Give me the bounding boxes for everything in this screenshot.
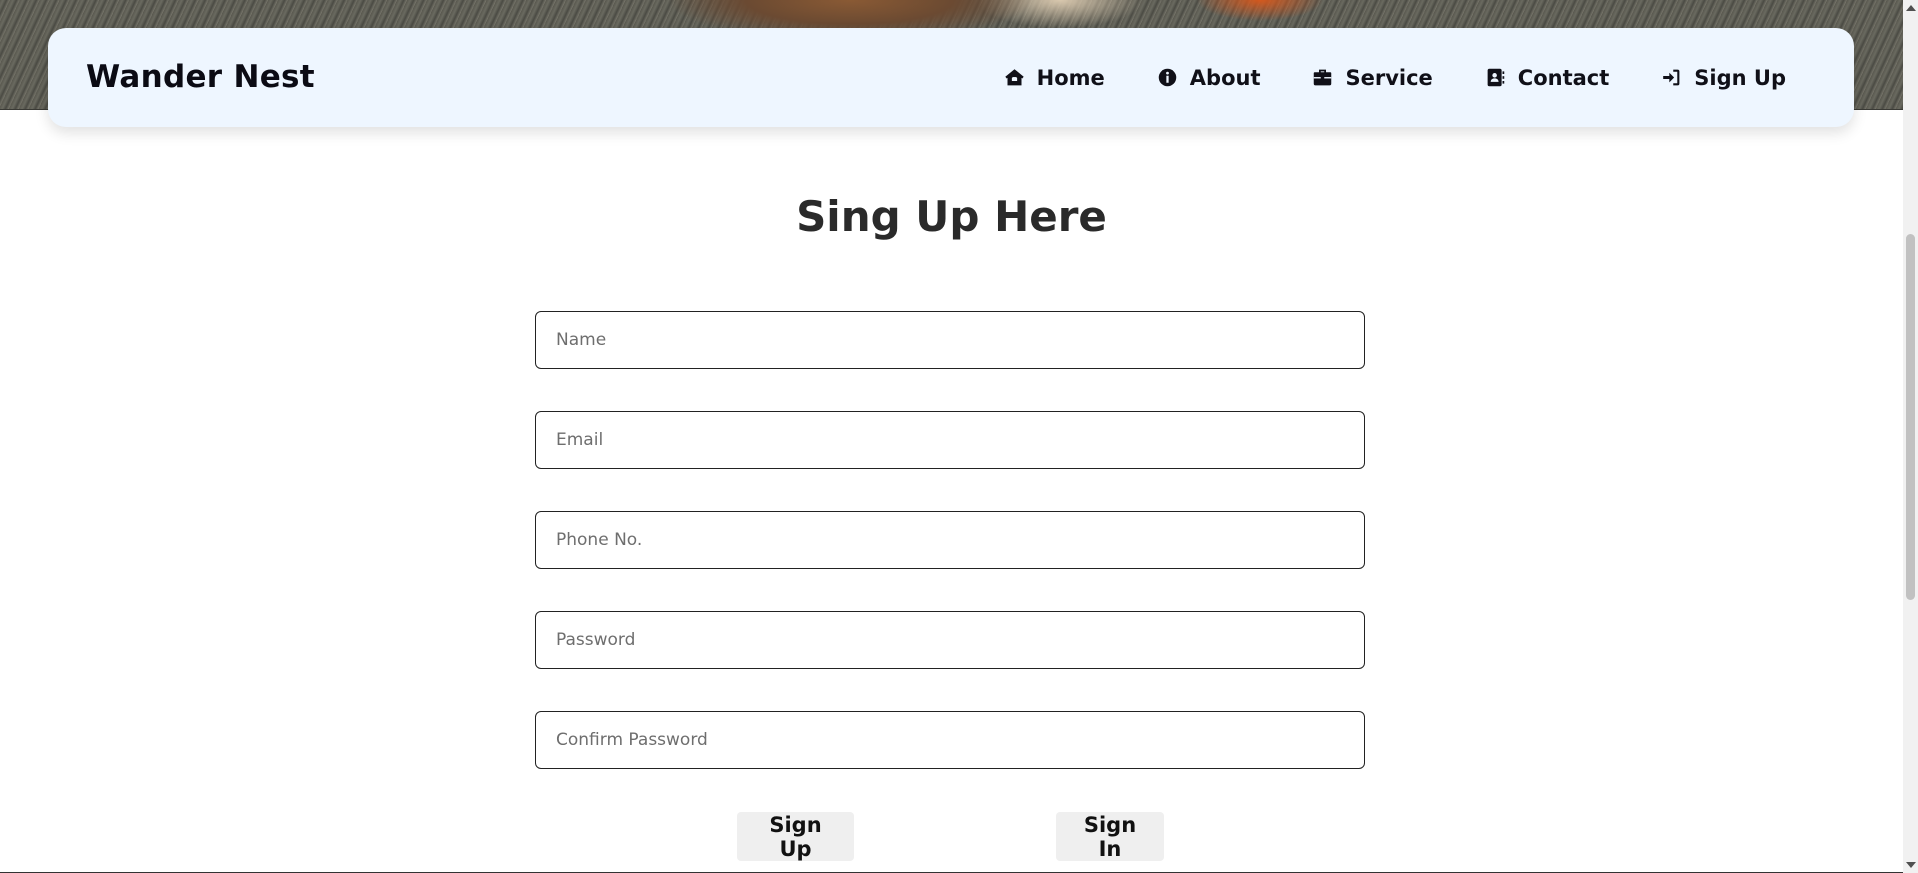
sign-in-button[interactable]: Sign In xyxy=(1056,812,1164,861)
scroll-down-arrow-icon[interactable] xyxy=(1906,862,1916,868)
page: Wander Nest Home About Service Contact S… xyxy=(0,0,1918,873)
sign-up-button[interactable]: Sign Up xyxy=(737,812,854,861)
email-field[interactable] xyxy=(535,411,1365,469)
nav-item-label: Home xyxy=(1036,65,1105,90)
brand-logo[interactable]: Wander Nest xyxy=(86,28,315,127)
nav-item-home[interactable]: Home xyxy=(1004,66,1105,90)
info-circle-icon xyxy=(1157,67,1178,88)
briefcase-icon xyxy=(1312,67,1333,88)
nav-menu: Home About Service Contact Sign Up xyxy=(1004,28,1786,127)
nav-item-contact[interactable]: Contact xyxy=(1485,65,1610,90)
nav-item-service[interactable]: Service xyxy=(1312,65,1433,90)
page-title: Sing Up Here xyxy=(796,192,1107,241)
nav-item-label: Sign Up xyxy=(1694,65,1786,90)
nav-item-label: About xyxy=(1189,65,1261,90)
scroll-up-arrow-icon[interactable] xyxy=(1906,5,1916,11)
confirm-password-field[interactable] xyxy=(535,711,1365,769)
nav-item-label: Contact xyxy=(1517,65,1610,90)
nav-item-about[interactable]: About xyxy=(1157,65,1261,90)
scrollbar-thumb[interactable] xyxy=(1906,234,1915,600)
phone-field[interactable] xyxy=(535,511,1365,569)
address-book-icon xyxy=(1485,67,1506,88)
navbar: Wander Nest Home About Service Contact S… xyxy=(48,28,1854,127)
name-field[interactable] xyxy=(535,311,1365,369)
house-icon xyxy=(1004,67,1025,88)
sign-in-icon xyxy=(1661,67,1682,88)
scrollbar[interactable] xyxy=(1903,0,1918,873)
nav-item-signup[interactable]: Sign Up xyxy=(1661,66,1786,90)
password-field[interactable] xyxy=(535,611,1365,669)
nav-item-label: Service xyxy=(1345,65,1433,90)
